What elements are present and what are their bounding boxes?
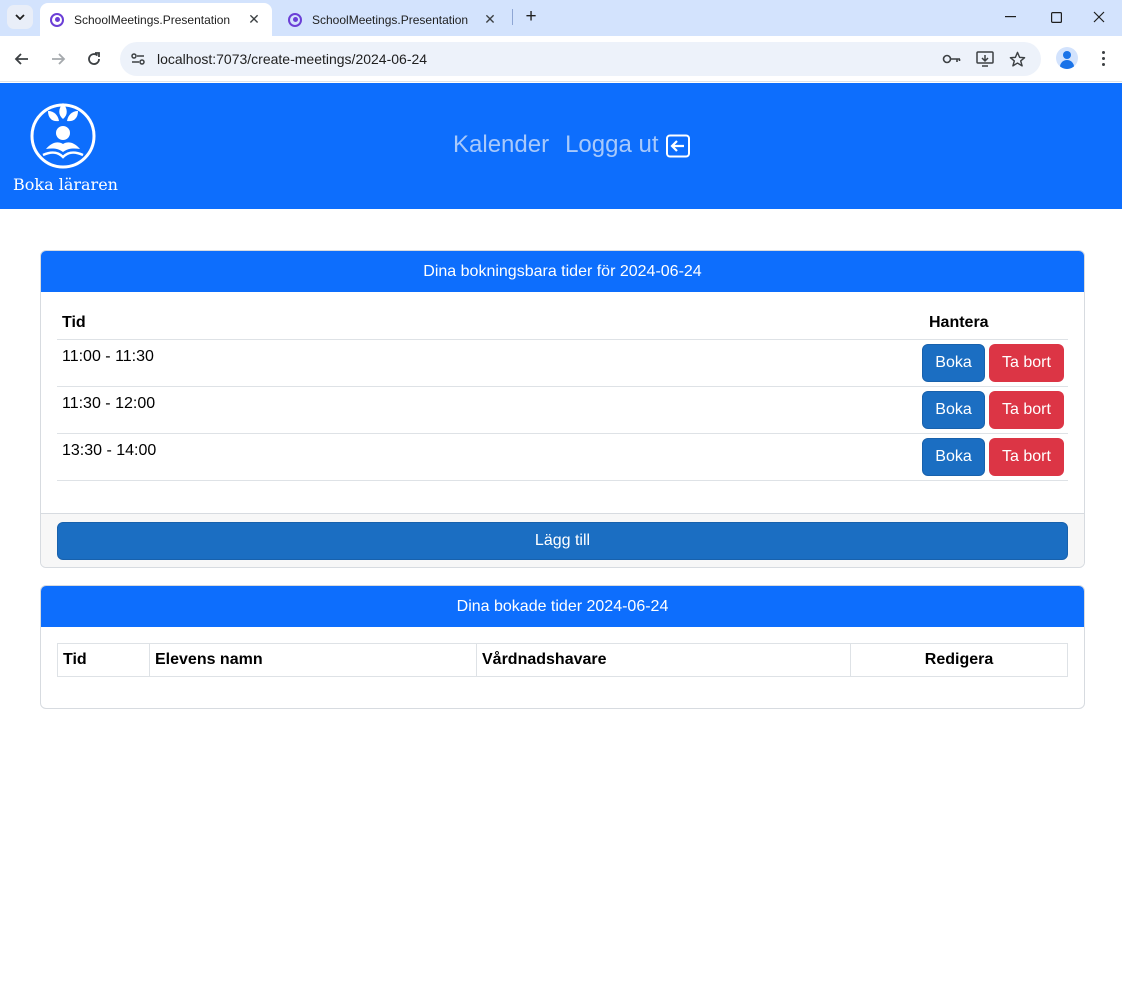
new-tab-plus-icon[interactable]: + (519, 5, 543, 29)
available-slots-card: Dina bokningsbara tider för 2024-06-24 T… (40, 250, 1085, 568)
nav-logout-label: Logga ut (565, 131, 659, 158)
site-settings-icon[interactable] (130, 51, 146, 67)
address-bar[interactable]: localhost:7073/create-meetings/2024-06-2… (120, 42, 1041, 76)
bookmark-star-icon[interactable] (1007, 49, 1027, 69)
slot-time: 11:30 - 12:00 (62, 395, 156, 412)
column-header-manage: Hantera (929, 314, 989, 331)
brand-name: Boka läraren (13, 175, 118, 194)
delete-button[interactable]: Ta bort (989, 391, 1064, 429)
table-row: 13:30 - 14:00 Boka Ta bort (57, 434, 1068, 481)
delete-button[interactable]: Ta bort (989, 438, 1064, 476)
column-header-time: Tid (62, 314, 86, 331)
available-slots-table: Tid Hantera 11:00 - 11:30 Boka Ta bort 1… (57, 305, 1068, 481)
tab-separator (512, 9, 513, 25)
app-favicon-icon (288, 12, 302, 27)
profile-avatar-icon[interactable] (1056, 47, 1078, 69)
browser-tab-inactive[interactable]: SchoolMeetings.Presentation ✕ (278, 3, 508, 36)
delete-button[interactable]: Ta bort (989, 344, 1064, 382)
slot-time: 11:00 - 11:30 (62, 348, 154, 365)
chevron-down-icon (15, 14, 25, 20)
forward-arrow-icon[interactable] (45, 46, 71, 72)
tab-title: SchoolMeetings.Presentation (74, 12, 231, 27)
brand[interactable]: Boka läraren (8, 97, 120, 197)
book-button[interactable]: Boka (922, 344, 985, 382)
reload-icon[interactable] (81, 46, 107, 72)
logout-arrow-icon (665, 134, 690, 158)
browser-menu-icon[interactable] (1092, 47, 1114, 69)
browser-toolbar: localhost:7073/create-meetings/2024-06-2… (0, 36, 1122, 82)
column-header-student-name: Elevens namn (150, 644, 477, 676)
brand-logo-icon (30, 103, 96, 169)
close-tab-icon[interactable]: ✕ (244, 11, 264, 28)
app-favicon-icon (50, 12, 64, 27)
nav-calendar-link[interactable]: Kalender (453, 131, 549, 159)
main-nav: Kalender Logga ut (453, 131, 691, 159)
available-slots-title: Dina bokningsbara tider för 2024-06-24 (41, 251, 1084, 292)
browser-tab-active[interactable]: SchoolMeetings.Presentation ✕ (40, 3, 272, 36)
nav-logout-link[interactable]: Logga ut (565, 131, 690, 159)
slot-time: 13:30 - 14:00 (62, 442, 157, 459)
maximize-window-icon[interactable] (1033, 0, 1079, 34)
add-slot-button[interactable]: Lägg till (57, 522, 1068, 560)
column-header-time: Tid (58, 644, 150, 676)
minimize-window-icon[interactable] (987, 0, 1033, 34)
close-tab-icon[interactable]: ✕ (480, 11, 500, 28)
url-text: localhost:7073/create-meetings/2024-06-2… (157, 51, 428, 67)
available-slots-footer: Lägg till (41, 513, 1084, 567)
key-icon[interactable] (942, 49, 962, 69)
book-button[interactable]: Boka (922, 391, 985, 429)
column-header-edit: Redigera (924, 651, 994, 668)
column-header-guardian: Vårdnadshavare (477, 644, 851, 676)
booked-slots-card: Dina bokade tider 2024-06-24 Tid Elevens… (40, 585, 1085, 709)
tab-search-button[interactable] (7, 5, 33, 29)
table-row: 11:00 - 11:30 Boka Ta bort (57, 340, 1068, 387)
back-arrow-icon[interactable] (9, 46, 35, 72)
book-button[interactable]: Boka (922, 438, 985, 476)
app-header: Boka läraren Kalender Logga ut (0, 83, 1122, 209)
booked-slots-table: Tid Elevens namn Vårdnadshavare Redigera (57, 643, 1068, 677)
table-row: 11:30 - 12:00 Boka Ta bort (57, 387, 1068, 434)
booked-slots-title: Dina bokade tider 2024-06-24 (41, 586, 1084, 627)
tab-title: SchoolMeetings.Presentation (312, 12, 469, 27)
install-app-icon[interactable] (975, 49, 995, 69)
close-window-icon[interactable] (1076, 0, 1122, 34)
table-header-row: Tid Hantera (57, 305, 1068, 340)
browser-tabstrip: SchoolMeetings.Presentation ✕ SchoolMeet… (0, 0, 1122, 36)
